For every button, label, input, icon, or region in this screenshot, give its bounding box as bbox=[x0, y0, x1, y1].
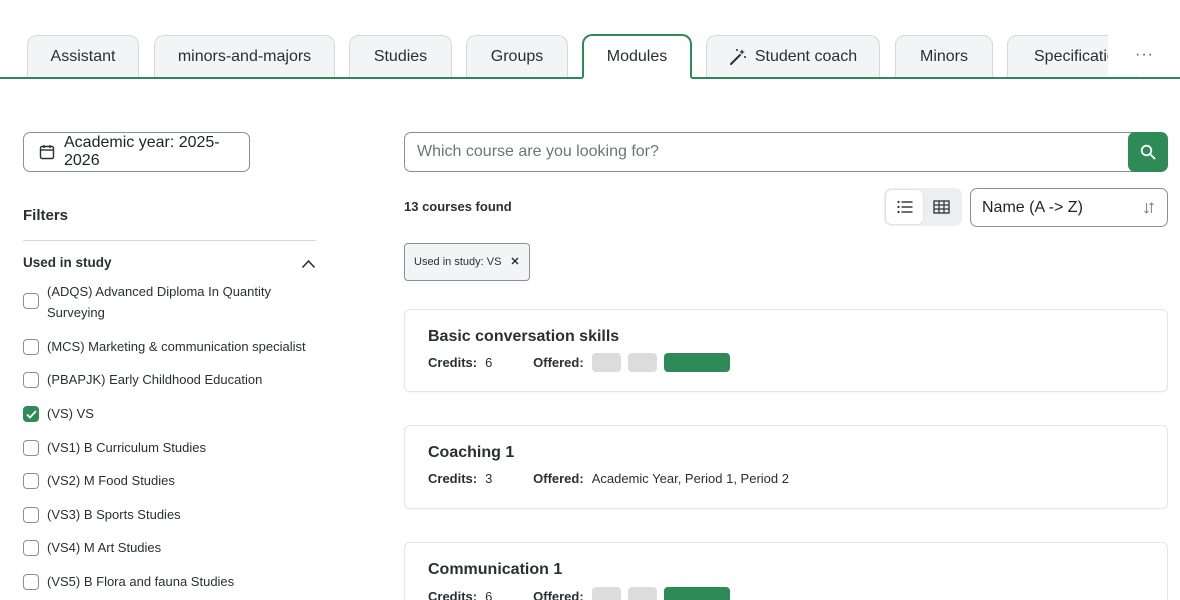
tab-label: Studies bbox=[373, 48, 428, 65]
checkbox[interactable] bbox=[23, 293, 39, 309]
credits-label: Credits: bbox=[428, 589, 478, 600]
course-meta: Credits: 3 Offered: Academic Year, Perio… bbox=[428, 471, 789, 486]
search-field[interactable] bbox=[404, 132, 1135, 172]
chevron-up-icon[interactable] bbox=[301, 256, 316, 274]
offered-periods bbox=[591, 587, 730, 600]
sort-arrows-icon bbox=[1143, 201, 1155, 220]
checkbox-checked[interactable] bbox=[23, 406, 39, 422]
offered-text: Academic Year, Period 1, Period 2 bbox=[591, 471, 789, 486]
filter-option-adqs[interactable]: (ADQS) Advanced Diploma In Quantity Surv… bbox=[23, 281, 312, 323]
course-title[interactable]: Communication 1 bbox=[428, 561, 562, 579]
table-icon bbox=[933, 200, 950, 214]
tab-modules[interactable]: Modules bbox=[582, 34, 692, 79]
tab-label: Groups bbox=[490, 48, 544, 65]
filter-option-label: (VS) VS bbox=[47, 406, 94, 421]
tab-student-coach[interactable]: Student coach bbox=[706, 35, 880, 78]
credits-value: 6 bbox=[485, 355, 493, 370]
period-block-inactive bbox=[591, 587, 621, 600]
results-count: 13 courses found bbox=[404, 199, 512, 214]
checkbox[interactable] bbox=[23, 540, 39, 556]
filter-option-label: (ADQS) Advanced Diploma In Quantity Surv… bbox=[47, 284, 271, 320]
tab-groups[interactable]: Groups bbox=[466, 35, 568, 78]
tab-assistant[interactable]: Assistant bbox=[27, 35, 139, 78]
credits-label: Credits: bbox=[428, 471, 478, 486]
list-icon bbox=[896, 200, 912, 214]
filters-divider bbox=[23, 240, 316, 241]
sort-value: Name (A -> Z) bbox=[982, 198, 1083, 216]
check-icon bbox=[25, 409, 37, 419]
period-block-active bbox=[663, 587, 730, 600]
tab-minors-and-majors[interactable]: minors-and-majors bbox=[154, 35, 335, 78]
course-card[interactable]: Basic conversation skills Credits: 6 Off… bbox=[404, 309, 1168, 392]
tab-label: Minors bbox=[919, 48, 968, 65]
credits-value: 6 bbox=[485, 589, 493, 600]
course-card[interactable]: Coaching 1 Credits: 3 Offered: Academic … bbox=[404, 425, 1168, 509]
checkbox[interactable] bbox=[23, 440, 39, 456]
filters-title: Filters bbox=[23, 207, 69, 224]
period-block-inactive bbox=[627, 587, 657, 600]
offered-label: Offered: bbox=[533, 589, 584, 600]
magic-wand-icon bbox=[729, 48, 747, 66]
tab-bar: Assistant minors-and-majors Studies Grou… bbox=[0, 0, 1180, 80]
table-view-button[interactable] bbox=[923, 190, 960, 224]
filter-option-vs[interactable]: (VS) VS bbox=[23, 403, 312, 424]
calendar-icon bbox=[39, 144, 55, 160]
academic-year-button[interactable]: Academic year: 2025-2026 bbox=[23, 132, 250, 172]
search-input[interactable] bbox=[417, 143, 1117, 161]
search-icon bbox=[1140, 144, 1156, 160]
period-block-inactive bbox=[591, 353, 621, 372]
offered-label: Offered: bbox=[533, 471, 584, 486]
filter-option-vs5[interactable]: (VS5) B Flora and fauna Studies bbox=[23, 571, 312, 592]
search-button[interactable] bbox=[1128, 132, 1168, 172]
course-card[interactable]: Communication 1 Credits: 6 Offered: bbox=[404, 542, 1168, 600]
period-block-inactive bbox=[627, 353, 657, 372]
active-filter-chip: Used in study: VS bbox=[404, 243, 530, 281]
filter-option-vs2[interactable]: (VS2) M Food Studies bbox=[23, 470, 312, 491]
view-toggle bbox=[884, 188, 962, 226]
tab-label: minors-and-majors bbox=[177, 48, 312, 65]
filter-option-vs4[interactable]: (VS4) M Art Studies bbox=[23, 537, 312, 558]
filter-option-label: (VS4) M Art Studies bbox=[47, 540, 162, 555]
tab-studies[interactable]: Studies bbox=[349, 35, 452, 78]
list-view-button[interactable] bbox=[886, 190, 923, 224]
offered-label: Offered: bbox=[533, 355, 584, 370]
academic-year-label: Academic year: 2025-2026 bbox=[64, 134, 220, 169]
close-icon[interactable] bbox=[510, 256, 520, 269]
checkbox[interactable] bbox=[23, 372, 39, 388]
more-tabs-icon[interactable]: ··· bbox=[1135, 46, 1154, 64]
filter-option-label: (VS2) M Food Studies bbox=[47, 473, 175, 488]
tab-label: Specificatio bbox=[1034, 48, 1116, 65]
filter-group-title[interactable]: Used in study bbox=[23, 255, 112, 270]
filter-option-pbapjk[interactable]: (PBAPJK) Early Childhood Education bbox=[23, 369, 312, 390]
sort-select[interactable]: Name (A -> Z) bbox=[970, 188, 1168, 227]
tab-label: Modules bbox=[606, 47, 668, 65]
credits-label: Credits: bbox=[428, 355, 478, 370]
filter-option-label: (VS3) B Sports Studies bbox=[47, 507, 181, 522]
period-block-active bbox=[663, 353, 730, 372]
active-filter-label: Used in study: VS bbox=[414, 256, 502, 268]
filter-option-vs3[interactable]: (VS3) B Sports Studies bbox=[23, 504, 312, 525]
filter-option-vs1[interactable]: (VS1) B Curriculum Studies bbox=[23, 437, 312, 458]
filter-option-mcs[interactable]: (MCS) Marketing & communication speciali… bbox=[23, 336, 312, 357]
filter-option-label: (VS5) B Flora and fauna Studies bbox=[47, 574, 235, 589]
checkbox[interactable] bbox=[23, 339, 39, 355]
tab-label: Assistant bbox=[50, 48, 116, 65]
filter-option-label: (PBAPJK) Early Childhood Education bbox=[47, 372, 263, 387]
course-meta: Credits: 6 Offered: bbox=[428, 587, 730, 600]
credits-value: 3 bbox=[485, 471, 493, 486]
filter-option-label: (MCS) Marketing & communication speciali… bbox=[47, 339, 306, 354]
filter-option-label: (VS1) B Curriculum Studies bbox=[47, 440, 206, 455]
course-title[interactable]: Basic conversation skills bbox=[428, 328, 619, 346]
tab-minors[interactable]: Minors bbox=[895, 35, 993, 78]
course-title[interactable]: Coaching 1 bbox=[428, 444, 514, 462]
checkbox[interactable] bbox=[23, 507, 39, 523]
offered-periods bbox=[591, 353, 730, 372]
course-meta: Credits: 6 Offered: bbox=[428, 353, 730, 372]
checkbox[interactable] bbox=[23, 574, 39, 590]
tab-label: Student coach bbox=[754, 48, 858, 65]
checkbox[interactable] bbox=[23, 473, 39, 489]
